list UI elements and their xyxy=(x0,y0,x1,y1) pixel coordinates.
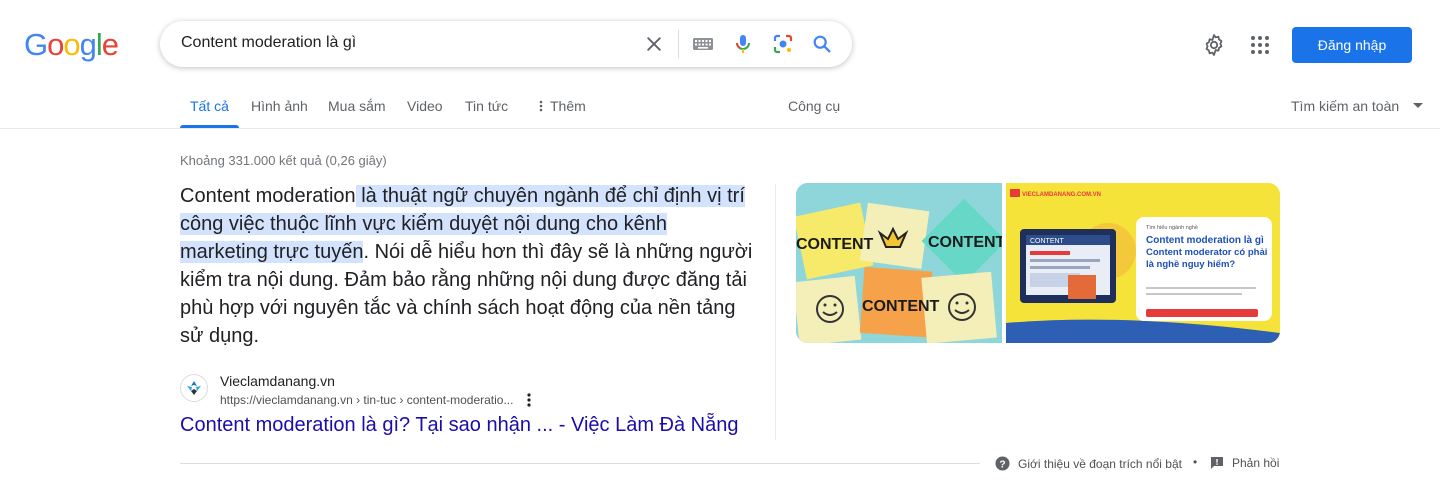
banner-heading-line: Content moderator có phải xyxy=(1146,247,1267,258)
search-input[interactable]: Content moderation là gì xyxy=(181,34,356,52)
logo-letter: o xyxy=(63,27,80,62)
feedback-link[interactable]: Phản hồi xyxy=(1210,456,1279,470)
tools-button[interactable]: Công cụ xyxy=(788,98,840,114)
feedback-label: Phản hồi xyxy=(1232,456,1280,470)
search-divider xyxy=(678,30,679,58)
apps-grid-icon[interactable] xyxy=(1248,33,1272,57)
note-text: CONTENT xyxy=(796,236,874,253)
help-circle-icon: ? xyxy=(995,456,1010,471)
note-text: CONTENT xyxy=(928,234,1002,251)
snippet-lead: Content moderation xyxy=(180,185,356,207)
banner-kicker: Tìm hiểu ngành nghề xyxy=(1146,224,1198,231)
tab-shopping[interactable]: Mua sắm xyxy=(328,98,386,114)
more-vert-icon xyxy=(539,100,543,112)
safesearch-label: Tìm kiếm an toàn xyxy=(1291,98,1400,114)
tab-more[interactable]: Thêm xyxy=(536,98,586,114)
logo-letter: G xyxy=(24,27,48,62)
sticky-notes-illustration: CONTENT CONTENT CONTENT xyxy=(796,183,1002,343)
search-box[interactable]: Content moderation là gì xyxy=(160,21,852,67)
note-text: CONTENT xyxy=(862,298,940,315)
snippet-image-sticky-notes[interactable]: CONTENT CONTENT CONTENT xyxy=(796,183,1002,343)
result-url[interactable]: https://vieclamdanang.vn › tin-tuc › con… xyxy=(220,393,513,407)
tab-news[interactable]: Tin tức xyxy=(465,98,508,114)
search-icon[interactable] xyxy=(810,32,834,56)
banner-heading-line: là nghề nguy hiểm? xyxy=(1146,259,1235,270)
banner-site: VIECLAMDANANG.COM.VN xyxy=(1022,192,1101,198)
result-more-options-icon[interactable] xyxy=(522,392,536,408)
banner-heading-line: Content moderation là gì xyxy=(1146,235,1264,246)
logo-letter: e xyxy=(101,27,119,62)
dropdown-caret-icon xyxy=(1413,103,1424,108)
feedback-icon xyxy=(1211,457,1223,469)
snippet-column-divider xyxy=(775,184,776,440)
logo-letter: g xyxy=(79,27,97,62)
article-banner-illustration: VIECLAMDANANG.COM.VN CONTENT Tìm hiểu ng… xyxy=(1006,183,1280,343)
safesearch-dropdown[interactable]: Tìm kiếm an toàn xyxy=(1291,98,1424,114)
google-logo[interactable]: Google xyxy=(24,27,119,63)
result-stats: Khoảng 331.000 kết quả (0,26 giây) xyxy=(180,153,387,168)
signin-button[interactable]: Đăng nhập xyxy=(1292,27,1412,63)
separator-dot: • xyxy=(1193,455,1198,469)
favicon-logo-icon xyxy=(187,381,201,395)
result-title-link[interactable]: Content moderation là gì? Tại sao nhận .… xyxy=(180,414,738,437)
tab-images[interactable]: Hình ảnh xyxy=(251,98,308,114)
lens-icon[interactable] xyxy=(771,32,795,56)
tab-all[interactable]: Tất cả xyxy=(190,98,229,114)
snippet-image-article-banner[interactable]: VIECLAMDANANG.COM.VN CONTENT Tìm hiểu ng… xyxy=(1006,183,1280,343)
logo-letter: o xyxy=(47,27,64,62)
tab-video[interactable]: Video xyxy=(407,98,443,114)
keyboard-icon[interactable] xyxy=(691,32,715,56)
banner-tag: CONTENT xyxy=(1030,238,1065,245)
featured-snippet-text: Content moderation là thuật ngữ chuyên n… xyxy=(180,182,760,350)
header-divider xyxy=(0,128,1440,129)
clear-icon[interactable] xyxy=(642,32,666,56)
svg-text:?: ? xyxy=(999,459,1005,470)
settings-gear-icon[interactable] xyxy=(1202,33,1226,57)
result-site-name[interactable]: Vieclamdanang.vn xyxy=(220,373,335,389)
microphone-icon[interactable] xyxy=(731,32,755,56)
about-featured-snippet-link[interactable]: ? Giới thiệu về đoạn trích nổi bật xyxy=(995,456,1182,471)
tab-more-label: Thêm xyxy=(550,98,586,114)
about-label: Giới thiệu về đoạn trích nổi bật xyxy=(1018,456,1182,471)
site-favicon[interactable] xyxy=(180,374,208,402)
snippet-bottom-divider xyxy=(180,463,980,464)
